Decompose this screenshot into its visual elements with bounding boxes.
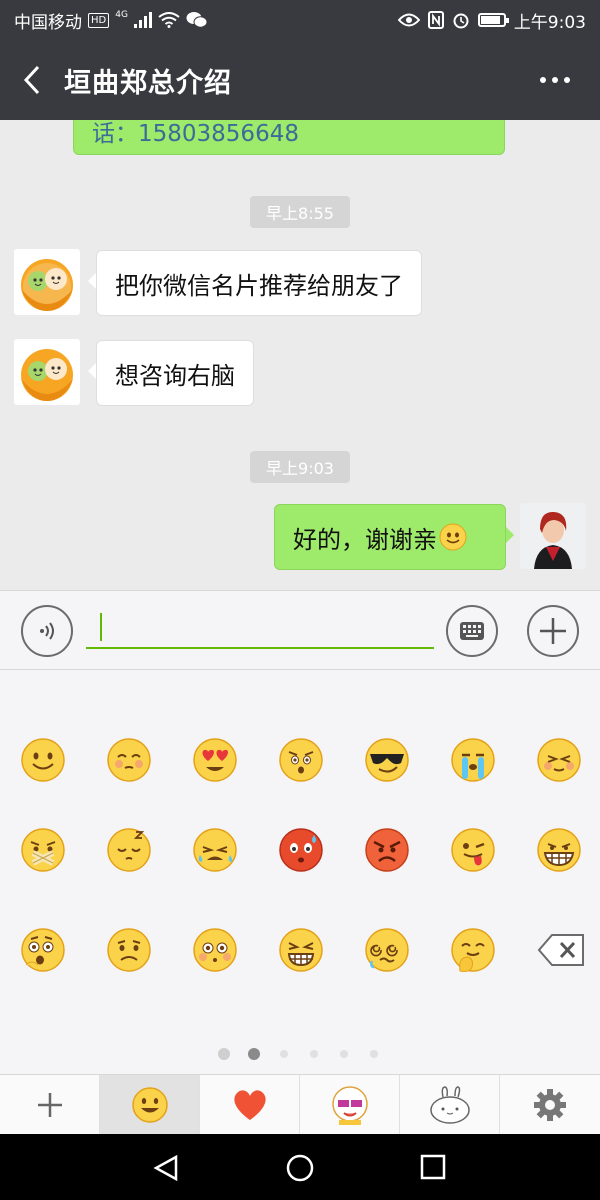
emoji-blush-icon[interactable]	[106, 737, 152, 783]
heart-icon	[233, 1090, 266, 1120]
title-bar: 垣曲郑总介绍	[0, 40, 600, 120]
emoji-angry-red-icon[interactable]	[278, 827, 324, 873]
status-bar: 中国移动 HD 4G 上午9:03	[0, 0, 600, 40]
page-dot	[218, 1048, 230, 1060]
nfc-icon	[427, 11, 444, 29]
emoji-smile-icon[interactable]	[20, 737, 66, 783]
user-avatar[interactable]	[520, 503, 586, 569]
smile-emoji-icon	[439, 523, 467, 551]
input-bar	[0, 590, 600, 670]
nav-home-icon[interactable]	[286, 1154, 314, 1182]
nav-recents-icon[interactable]	[420, 1154, 446, 1180]
emoji-shock-icon[interactable]	[20, 927, 66, 973]
emoji-shush-icon[interactable]	[20, 827, 66, 873]
eye-icon	[397, 13, 420, 27]
emoji-tears-icon[interactable]	[192, 827, 238, 873]
message-input[interactable]	[86, 605, 434, 649]
emoji-furious-icon[interactable]	[364, 827, 410, 873]
alarm-icon	[453, 13, 469, 29]
page-dot	[340, 1050, 348, 1058]
timestamp: 早上9:03	[250, 451, 350, 483]
emoji-love-icon[interactable]	[192, 737, 238, 783]
message-text: 想咨询右脑	[115, 361, 235, 390]
tab-sticker-bunny[interactable]	[400, 1075, 500, 1135]
emoji-icon	[131, 1087, 168, 1123]
more-functions-button[interactable]	[527, 605, 579, 657]
backspace-icon	[537, 934, 584, 966]
tab-favorites[interactable]	[200, 1075, 300, 1135]
message-text: 话：15803856648	[92, 121, 299, 147]
wechat-icon	[186, 12, 208, 28]
emoji-tab-bar	[0, 1074, 600, 1135]
page-indicator	[0, 1048, 600, 1060]
emoji-grin-icon[interactable]	[536, 827, 582, 873]
tab-add[interactable]	[0, 1075, 100, 1135]
contact-avatar[interactable]	[14, 249, 80, 315]
keyboard-icon	[460, 622, 484, 640]
message-bubble-incoming[interactable]: 想咨询右脑	[88, 340, 254, 406]
back-button[interactable]	[0, 40, 64, 120]
bunny-icon	[429, 1086, 470, 1124]
emoji-cry-icon[interactable]	[450, 737, 496, 783]
plus-icon	[540, 618, 566, 644]
emoji-sad-icon[interactable]	[106, 927, 152, 973]
emoji-blush-eyes-icon[interactable]	[192, 927, 238, 973]
nav-back-icon[interactable]	[152, 1154, 180, 1182]
chevron-left-icon	[23, 65, 40, 95]
message-text: 好的，谢谢亲	[293, 525, 437, 554]
network-label: 4G	[115, 9, 128, 20]
emoji-scream-icon[interactable]	[278, 927, 324, 973]
sticker-face-icon	[331, 1086, 368, 1125]
text-cursor	[100, 613, 102, 641]
emoji-sleepy-icon[interactable]	[106, 827, 152, 873]
keyboard-toggle-button[interactable]	[446, 605, 498, 657]
hd-badge: HD	[88, 12, 110, 28]
chat-area[interactable]: 话：15803856648 早上8:55 把你微信名片推荐给朋友了 想咨询右脑 …	[0, 120, 600, 590]
gear-icon	[534, 1089, 566, 1121]
emoji-cool-icon[interactable]	[364, 737, 410, 783]
tab-sticker-face[interactable]	[300, 1075, 400, 1135]
backspace-button[interactable]	[536, 927, 584, 973]
emoji-mischief-icon[interactable]	[536, 737, 582, 783]
contact-avatar[interactable]	[14, 339, 80, 405]
more-button[interactable]	[510, 40, 600, 120]
carrier-label: 中国移动	[14, 12, 82, 33]
tab-settings[interactable]	[500, 1075, 600, 1135]
message-bubble-outgoing[interactable]: 好的，谢谢亲	[274, 504, 514, 570]
emoji-panel	[0, 670, 600, 1074]
page-dot	[370, 1050, 378, 1058]
emoji-surprise-icon[interactable]	[278, 737, 324, 783]
page-dot	[280, 1050, 288, 1058]
clock-label: 上午9:03	[513, 12, 586, 33]
page-dot	[248, 1048, 260, 1060]
emoji-tongue-icon[interactable]	[450, 827, 496, 873]
plus-icon	[37, 1093, 62, 1117]
message-text: 把你微信名片推荐给朋友了	[115, 271, 403, 300]
timestamp: 早上8:55	[250, 196, 350, 228]
system-nav-bar	[0, 1134, 600, 1200]
emoji-giggle-icon[interactable]	[450, 927, 496, 973]
voice-button[interactable]	[21, 605, 73, 657]
chat-title: 垣曲郑总介绍	[64, 67, 232, 99]
wifi-icon	[158, 12, 180, 28]
page-dot	[310, 1050, 318, 1058]
message-bubble-incoming[interactable]: 把你微信名片推荐给朋友了	[88, 250, 422, 316]
emoji-dizzy-icon[interactable]	[364, 927, 410, 973]
message-bubble-partial[interactable]: 话：15803856648	[73, 120, 505, 155]
battery-icon	[477, 13, 509, 27]
voice-icon	[40, 622, 54, 640]
tab-emoji[interactable]	[100, 1075, 200, 1135]
signal-icon	[133, 12, 152, 28]
